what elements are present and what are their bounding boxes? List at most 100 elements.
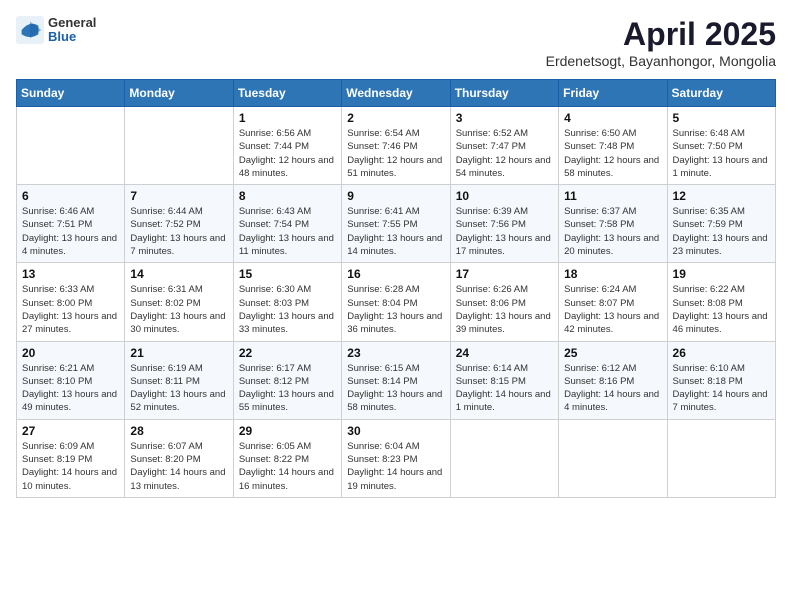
day-number: 7: [130, 189, 227, 203]
calendar-cell: 18 Sunrise: 6:24 AMSunset: 8:07 PMDayligh…: [559, 263, 667, 341]
day-number: 12: [673, 189, 770, 203]
calendar-cell: 1 Sunrise: 6:56 AMSunset: 7:44 PMDaylight…: [233, 107, 341, 185]
day-info: Sunrise: 6:28 AMSunset: 8:04 PMDaylight:…: [347, 283, 444, 336]
page-header: General Blue April 2025 Erdenetsogt, Bay…: [16, 16, 776, 69]
calendar-cell: [559, 419, 667, 497]
day-info: Sunrise: 6:22 AMSunset: 8:08 PMDaylight:…: [673, 283, 770, 336]
day-info: Sunrise: 6:07 AMSunset: 8:20 PMDaylight:…: [130, 440, 227, 493]
calendar-cell: 21 Sunrise: 6:19 AMSunset: 8:11 PMDayligh…: [125, 341, 233, 419]
calendar-cell: 22 Sunrise: 6:17 AMSunset: 8:12 PMDayligh…: [233, 341, 341, 419]
logo-text: General Blue: [48, 16, 96, 45]
day-number: 16: [347, 267, 444, 281]
day-number: 25: [564, 346, 661, 360]
day-info: Sunrise: 6:10 AMSunset: 8:18 PMDaylight:…: [673, 362, 770, 415]
day-info: Sunrise: 6:30 AMSunset: 8:03 PMDaylight:…: [239, 283, 336, 336]
calendar-body: 1 Sunrise: 6:56 AMSunset: 7:44 PMDaylight…: [17, 107, 776, 498]
month-title: April 2025: [546, 16, 776, 53]
day-info: Sunrise: 6:12 AMSunset: 8:16 PMDaylight:…: [564, 362, 661, 415]
calendar-week-5: 27 Sunrise: 6:09 AMSunset: 8:19 PMDayligh…: [17, 419, 776, 497]
calendar-cell: 8 Sunrise: 6:43 AMSunset: 7:54 PMDaylight…: [233, 185, 341, 263]
day-number: 14: [130, 267, 227, 281]
day-info: Sunrise: 6:26 AMSunset: 8:06 PMDaylight:…: [456, 283, 553, 336]
title-area: April 2025 Erdenetsogt, Bayanhongor, Mon…: [546, 16, 776, 69]
day-info: Sunrise: 6:17 AMSunset: 8:12 PMDaylight:…: [239, 362, 336, 415]
day-number: 24: [456, 346, 553, 360]
day-info: Sunrise: 6:39 AMSunset: 7:56 PMDaylight:…: [456, 205, 553, 258]
day-number: 9: [347, 189, 444, 203]
calendar-cell: 30 Sunrise: 6:04 AMSunset: 8:23 PMDayligh…: [342, 419, 450, 497]
day-number: 26: [673, 346, 770, 360]
day-number: 6: [22, 189, 119, 203]
day-number: 5: [673, 111, 770, 125]
day-number: 8: [239, 189, 336, 203]
calendar-cell: 16 Sunrise: 6:28 AMSunset: 8:04 PMDayligh…: [342, 263, 450, 341]
day-info: Sunrise: 6:41 AMSunset: 7:55 PMDaylight:…: [347, 205, 444, 258]
day-header-friday: Friday: [559, 80, 667, 107]
day-info: Sunrise: 6:37 AMSunset: 7:58 PMDaylight:…: [564, 205, 661, 258]
logo-icon: [16, 16, 44, 44]
calendar-cell: 11 Sunrise: 6:37 AMSunset: 7:58 PMDayligh…: [559, 185, 667, 263]
calendar-header: SundayMondayTuesdayWednesdayThursdayFrid…: [17, 80, 776, 107]
day-info: Sunrise: 6:54 AMSunset: 7:46 PMDaylight:…: [347, 127, 444, 180]
day-info: Sunrise: 6:56 AMSunset: 7:44 PMDaylight:…: [239, 127, 336, 180]
calendar-week-3: 13Sunrise: 6:33 AMSunset: 8:00 PMDayligh…: [17, 263, 776, 341]
day-number: 2: [347, 111, 444, 125]
day-header-wednesday: Wednesday: [342, 80, 450, 107]
day-number: 27: [22, 424, 119, 438]
day-number: 11: [564, 189, 661, 203]
calendar-cell: 5 Sunrise: 6:48 AMSunset: 7:50 PMDaylight…: [667, 107, 775, 185]
day-header-tuesday: Tuesday: [233, 80, 341, 107]
calendar-cell: 29Sunrise: 6:05 AMSunset: 8:22 PMDayligh…: [233, 419, 341, 497]
day-info: Sunrise: 6:15 AMSunset: 8:14 PMDaylight:…: [347, 362, 444, 415]
day-info: Sunrise: 6:43 AMSunset: 7:54 PMDaylight:…: [239, 205, 336, 258]
day-header-monday: Monday: [125, 80, 233, 107]
calendar-cell: [667, 419, 775, 497]
day-number: 30: [347, 424, 444, 438]
logo-blue: Blue: [48, 30, 96, 44]
day-number: 21: [130, 346, 227, 360]
day-number: 19: [673, 267, 770, 281]
day-info: Sunrise: 6:24 AMSunset: 8:07 PMDaylight:…: [564, 283, 661, 336]
day-number: 20: [22, 346, 119, 360]
day-info: Sunrise: 6:21 AMSunset: 8:10 PMDaylight:…: [22, 362, 119, 415]
calendar-cell: 2 Sunrise: 6:54 AMSunset: 7:46 PMDaylight…: [342, 107, 450, 185]
day-header-sunday: Sunday: [17, 80, 125, 107]
day-info: Sunrise: 6:46 AMSunset: 7:51 PMDaylight:…: [22, 205, 119, 258]
day-info: Sunrise: 6:35 AMSunset: 7:59 PMDaylight:…: [673, 205, 770, 258]
calendar-cell: [125, 107, 233, 185]
calendar-cell: 17 Sunrise: 6:26 AMSunset: 8:06 PMDayligh…: [450, 263, 558, 341]
calendar-week-4: 20 Sunrise: 6:21 AMSunset: 8:10 PMDayligh…: [17, 341, 776, 419]
day-info: Sunrise: 6:14 AMSunset: 8:15 PMDaylight:…: [456, 362, 553, 415]
day-number: 1: [239, 111, 336, 125]
location-subtitle: Erdenetsogt, Bayanhongor, Mongolia: [546, 53, 776, 69]
calendar-table: SundayMondayTuesdayWednesdayThursdayFrid…: [16, 79, 776, 498]
calendar-cell: 13Sunrise: 6:33 AMSunset: 8:00 PMDayligh…: [17, 263, 125, 341]
calendar-cell: 12 Sunrise: 6:35 AMSunset: 7:59 PMDayligh…: [667, 185, 775, 263]
day-info: Sunrise: 6:04 AMSunset: 8:23 PMDaylight:…: [347, 440, 444, 493]
calendar-cell: 15Sunrise: 6:30 AMSunset: 8:03 PMDayligh…: [233, 263, 341, 341]
calendar-cell: 7Sunrise: 6:44 AMSunset: 7:52 PMDaylight…: [125, 185, 233, 263]
day-number: 17: [456, 267, 553, 281]
day-info: Sunrise: 6:19 AMSunset: 8:11 PMDaylight:…: [130, 362, 227, 415]
calendar-cell: 10Sunrise: 6:39 AMSunset: 7:56 PMDayligh…: [450, 185, 558, 263]
day-info: Sunrise: 6:52 AMSunset: 7:47 PMDaylight:…: [456, 127, 553, 180]
calendar-cell: 9 Sunrise: 6:41 AMSunset: 7:55 PMDaylight…: [342, 185, 450, 263]
day-number: 22: [239, 346, 336, 360]
calendar-cell: [450, 419, 558, 497]
day-number: 18: [564, 267, 661, 281]
day-info: Sunrise: 6:33 AMSunset: 8:00 PMDaylight:…: [22, 283, 119, 336]
calendar-cell: 20 Sunrise: 6:21 AMSunset: 8:10 PMDayligh…: [17, 341, 125, 419]
day-number: 3: [456, 111, 553, 125]
calendar-cell: 27 Sunrise: 6:09 AMSunset: 8:19 PMDayligh…: [17, 419, 125, 497]
day-info: Sunrise: 6:31 AMSunset: 8:02 PMDaylight:…: [130, 283, 227, 336]
logo-general: General: [48, 16, 96, 30]
day-headers-row: SundayMondayTuesdayWednesdayThursdayFrid…: [17, 80, 776, 107]
calendar-cell: 28Sunrise: 6:07 AMSunset: 8:20 PMDayligh…: [125, 419, 233, 497]
day-info: Sunrise: 6:09 AMSunset: 8:19 PMDaylight:…: [22, 440, 119, 493]
logo: General Blue: [16, 16, 96, 45]
day-number: 23: [347, 346, 444, 360]
day-info: Sunrise: 6:48 AMSunset: 7:50 PMDaylight:…: [673, 127, 770, 180]
calendar-week-1: 1 Sunrise: 6:56 AMSunset: 7:44 PMDaylight…: [17, 107, 776, 185]
day-header-saturday: Saturday: [667, 80, 775, 107]
calendar-cell: 25 Sunrise: 6:12 AMSunset: 8:16 PMDayligh…: [559, 341, 667, 419]
